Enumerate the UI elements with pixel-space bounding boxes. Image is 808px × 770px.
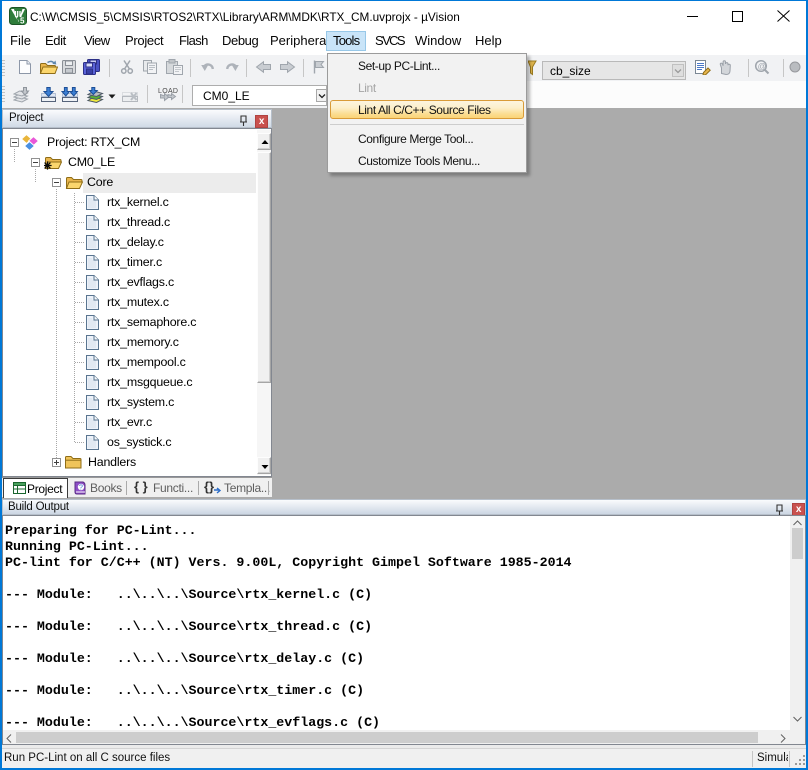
svg-text:@: @ (758, 61, 767, 71)
svg-text:LOAD: LOAD (158, 88, 178, 95)
svg-text:?: ? (79, 485, 83, 492)
svg-text:5: 5 (20, 17, 25, 26)
